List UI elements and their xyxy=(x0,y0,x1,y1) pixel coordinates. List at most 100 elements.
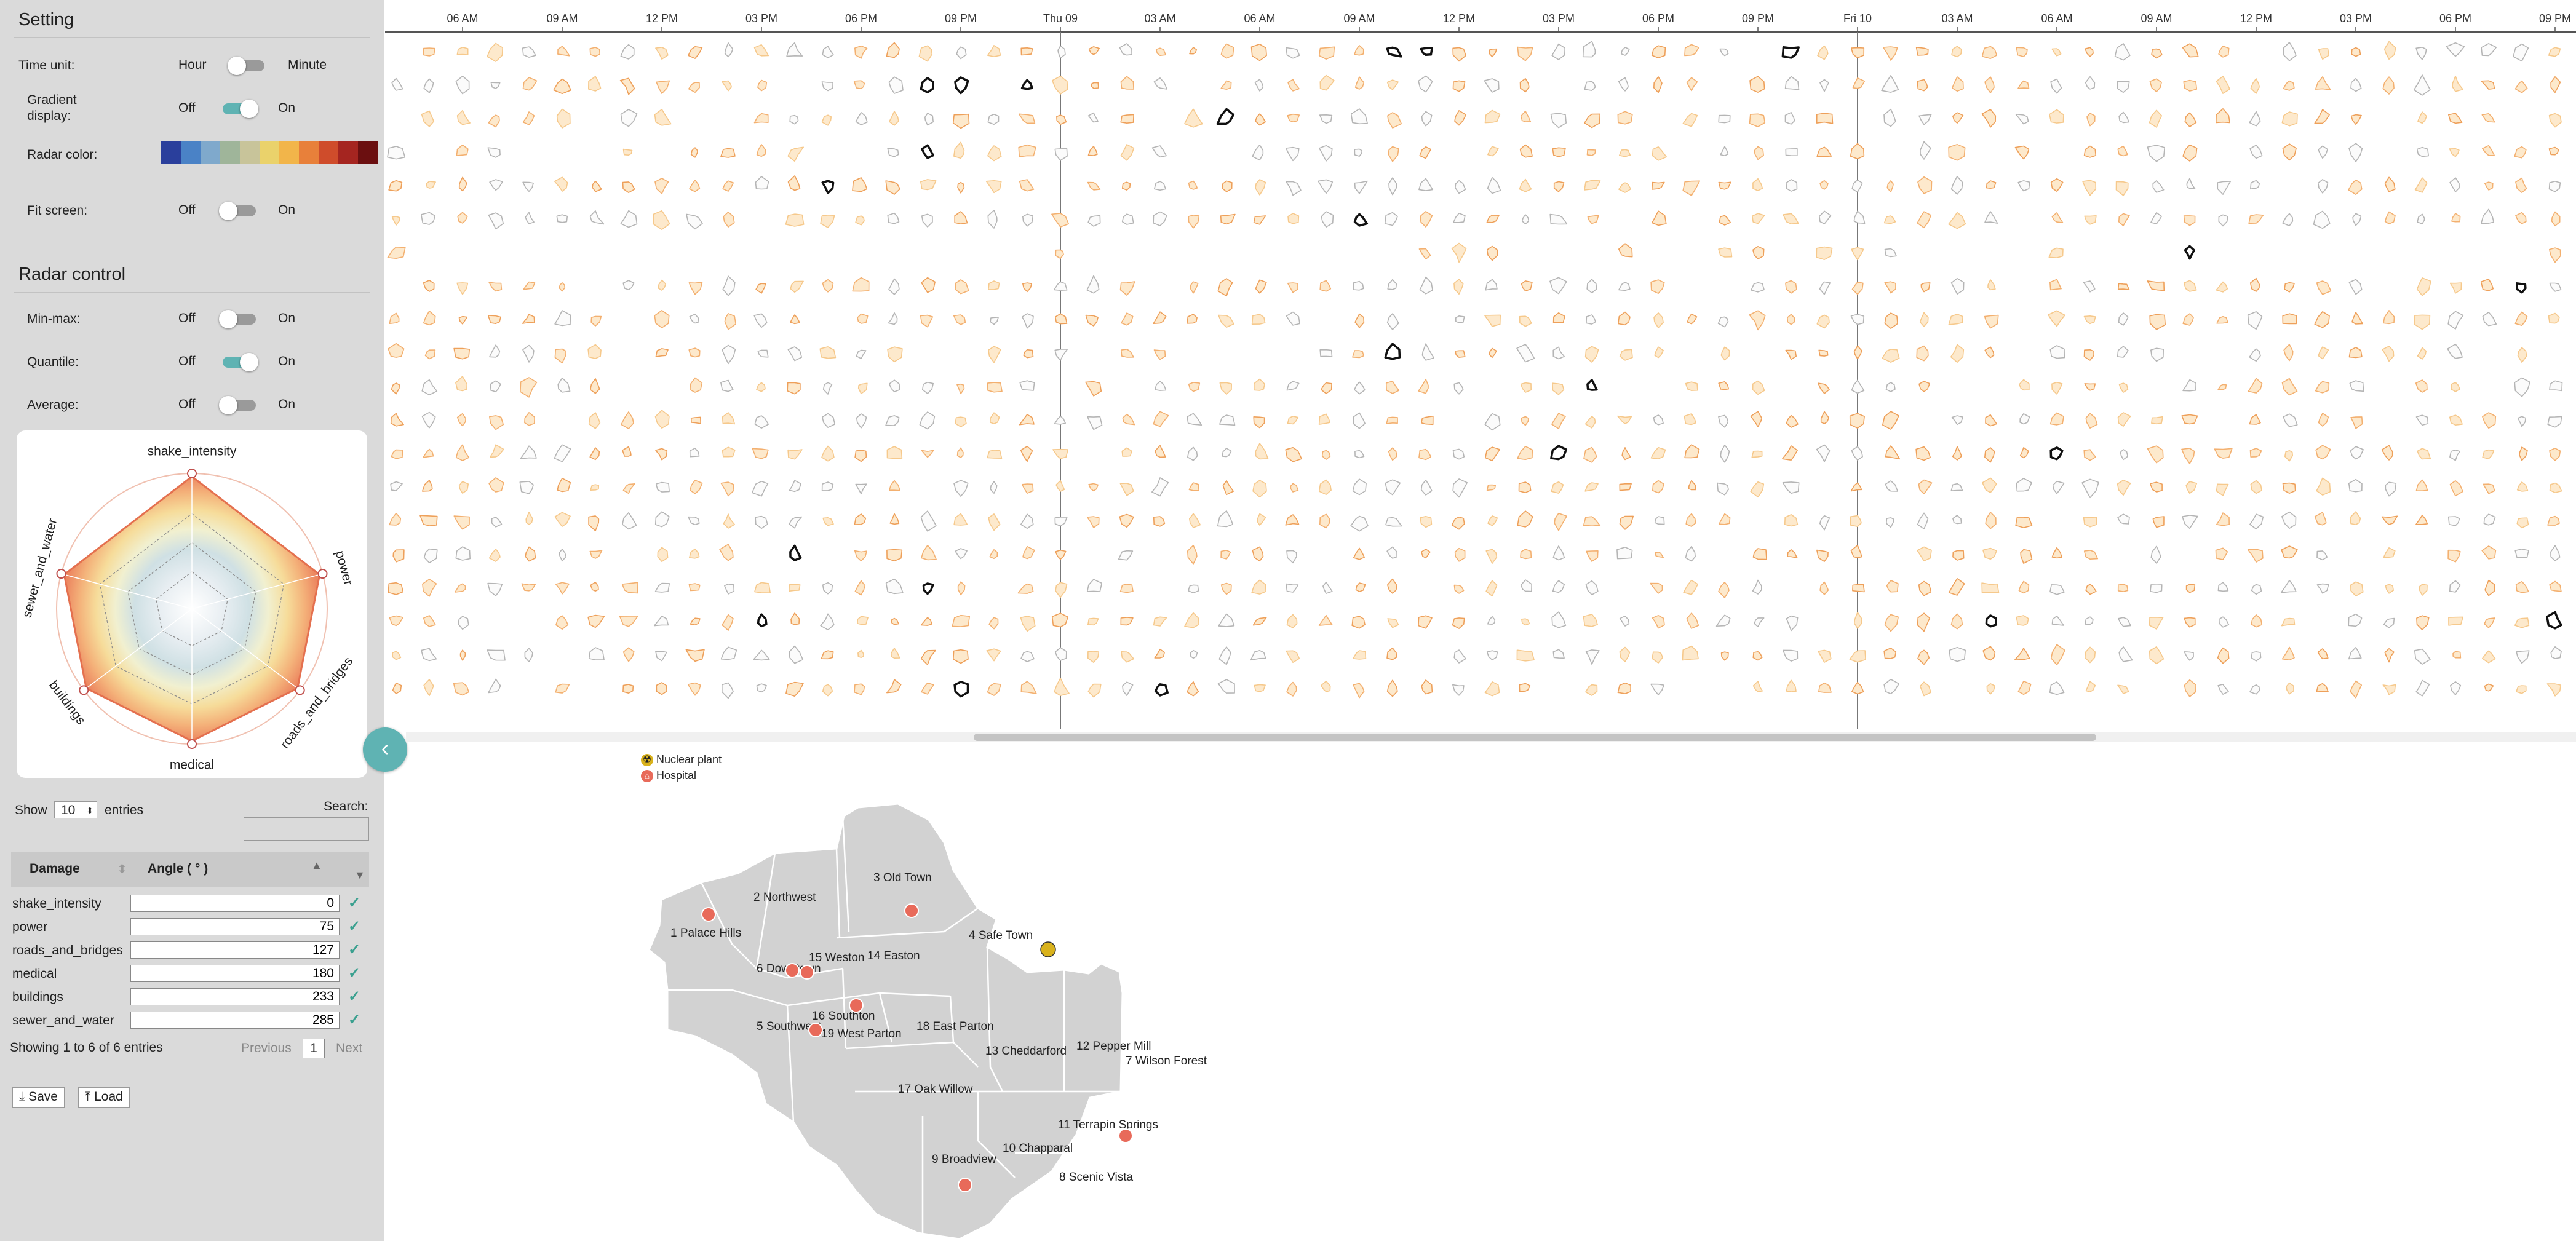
radar-glyph[interactable] xyxy=(790,280,804,293)
radar-glyph[interactable] xyxy=(453,682,469,696)
radar-glyph[interactable] xyxy=(1982,477,1997,493)
radar-glyph[interactable] xyxy=(2515,177,2527,194)
radar-glyph[interactable] xyxy=(685,649,705,662)
radar-glyph[interactable] xyxy=(2381,445,2393,461)
radar-glyph[interactable] xyxy=(2015,517,2033,528)
map-region-label[interactable]: 17 Oak Willow xyxy=(898,1083,973,1096)
radar-glyph[interactable] xyxy=(989,549,998,560)
radar-glyph[interactable] xyxy=(1455,350,1466,358)
radar-glyph[interactable] xyxy=(2250,78,2260,94)
radar-glyph[interactable] xyxy=(2085,646,2096,664)
radar-glyph[interactable] xyxy=(1453,649,1466,664)
time-unit-toggle[interactable] xyxy=(228,57,267,75)
radar-glyph[interactable] xyxy=(754,415,769,429)
radar-glyph[interactable] xyxy=(1087,683,1102,698)
radar-glyph[interactable] xyxy=(1087,146,1098,156)
radar-glyph[interactable] xyxy=(1057,45,1066,59)
radar-glyph[interactable] xyxy=(389,312,400,325)
radar-glyph[interactable] xyxy=(2085,47,2094,57)
radar-glyph[interactable] xyxy=(2385,481,2397,497)
radar-glyph[interactable] xyxy=(954,211,968,225)
radar-glyph[interactable] xyxy=(1618,182,1632,193)
radar-glyph[interactable] xyxy=(2150,347,2164,362)
radar-glyph[interactable] xyxy=(1920,141,1931,160)
radar-glyph[interactable] xyxy=(1985,512,1997,529)
radar-glyph[interactable] xyxy=(1685,545,1696,562)
radar-glyph[interactable] xyxy=(2348,179,2363,196)
radar-glyph[interactable] xyxy=(1384,343,1401,360)
radar-glyph[interactable] xyxy=(1754,617,1765,628)
radar-glyph[interactable] xyxy=(1917,79,1928,92)
radar-glyph[interactable] xyxy=(1620,47,1630,56)
radar-glyph[interactable] xyxy=(487,649,506,661)
radar-glyph[interactable] xyxy=(1918,114,1932,125)
radar-glyph[interactable] xyxy=(821,81,833,92)
radar-glyph[interactable] xyxy=(2315,445,2331,460)
radar-glyph[interactable] xyxy=(1120,144,1135,161)
radar-glyph[interactable] xyxy=(655,348,669,357)
radar-glyph[interactable] xyxy=(1554,512,1567,531)
radar-glyph[interactable] xyxy=(1020,616,1036,632)
radar-glyph[interactable] xyxy=(2446,42,2465,57)
radar-glyph[interactable] xyxy=(1720,444,1730,463)
radar-glyph[interactable] xyxy=(821,180,835,194)
radar-glyph[interactable] xyxy=(1250,650,1266,661)
radar-glyph[interactable] xyxy=(988,346,1001,363)
radar-glyph[interactable] xyxy=(789,480,801,493)
radar-glyph[interactable] xyxy=(722,180,734,192)
radar-glyph[interactable] xyxy=(456,413,466,427)
radar-glyph[interactable] xyxy=(886,549,903,562)
radar-glyph[interactable] xyxy=(1418,75,1433,93)
radar-glyph[interactable] xyxy=(1685,381,1698,391)
radar-glyph[interactable] xyxy=(1022,313,1034,329)
radar-glyph[interactable] xyxy=(1520,579,1532,592)
map-region-label[interactable]: 8 Scenic Vista xyxy=(1059,1171,1133,1184)
radar-glyph[interactable] xyxy=(2350,114,2362,125)
radar-glyph[interactable] xyxy=(723,513,736,529)
radar-glyph[interactable] xyxy=(789,516,803,529)
radar-glyph[interactable] xyxy=(1286,311,1300,326)
radar-glyph[interactable] xyxy=(2181,448,2195,464)
radar-glyph[interactable] xyxy=(1715,614,1731,627)
hospital-icon[interactable] xyxy=(800,965,814,980)
radar-glyph[interactable] xyxy=(520,445,537,459)
radar-glyph[interactable] xyxy=(1387,279,1397,290)
radar-glyph[interactable] xyxy=(2316,280,2332,295)
radar-glyph[interactable] xyxy=(1586,279,1597,294)
radar-glyph[interactable] xyxy=(1851,681,1864,695)
radar-glyph[interactable] xyxy=(1584,346,1599,363)
radar-glyph[interactable] xyxy=(1982,646,1996,661)
radar-glyph[interactable] xyxy=(822,684,833,697)
radar-glyph[interactable] xyxy=(1121,447,1132,457)
radar-glyph[interactable] xyxy=(520,377,538,398)
radar-glyph[interactable] xyxy=(1621,447,1631,461)
radar-glyph[interactable] xyxy=(1851,180,1863,193)
radar-glyph[interactable] xyxy=(1020,513,1034,529)
radar-glyph[interactable] xyxy=(555,683,570,694)
radar-glyph[interactable] xyxy=(957,181,965,194)
radar-glyph[interactable] xyxy=(1420,515,1433,528)
radar-glyph[interactable] xyxy=(1819,581,1829,595)
radar-glyph[interactable] xyxy=(1586,379,1598,391)
radar-glyph[interactable] xyxy=(1784,112,1795,125)
radar-glyph[interactable] xyxy=(1618,243,1633,258)
radar-glyph[interactable] xyxy=(1486,650,1498,660)
radar-glyph[interactable] xyxy=(2482,145,2495,156)
radar-glyph[interactable] xyxy=(1088,46,1100,55)
radar-glyph[interactable] xyxy=(2218,46,2230,58)
radar-glyph[interactable] xyxy=(1784,513,1799,527)
radar-glyph[interactable] xyxy=(2348,346,2363,359)
radar-glyph[interactable] xyxy=(2484,683,2494,692)
radar-glyph[interactable] xyxy=(456,282,469,295)
radar-glyph[interactable] xyxy=(2549,482,2562,493)
radar-glyph[interactable] xyxy=(387,146,406,160)
map-region-label[interactable]: 11 Terrapin Springs xyxy=(1058,1119,1158,1131)
radar-glyph[interactable] xyxy=(2118,617,2131,627)
radar-glyph[interactable] xyxy=(455,76,470,95)
radar-glyph[interactable] xyxy=(2183,79,2198,92)
radar-glyph[interactable] xyxy=(688,347,701,358)
radar-glyph[interactable] xyxy=(1652,146,1668,161)
radar-glyph[interactable] xyxy=(459,649,466,661)
radar-glyph[interactable] xyxy=(1056,114,1067,125)
map-region-label[interactable]: 3 Old Town xyxy=(873,871,932,884)
